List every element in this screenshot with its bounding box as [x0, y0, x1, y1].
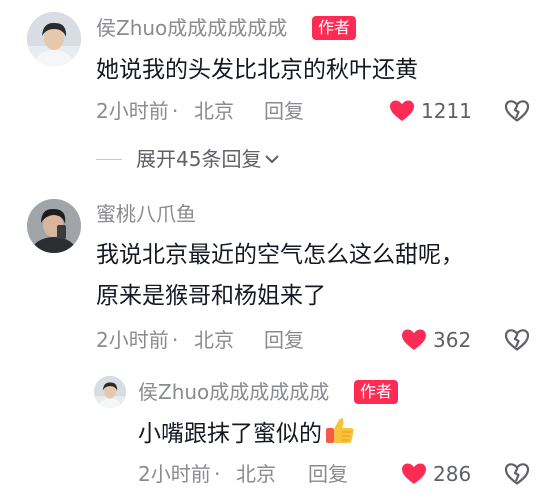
broken-heart-icon [504, 100, 530, 122]
reply-time: 2小时前 [138, 462, 211, 486]
thumbs-up-emoji [326, 418, 354, 443]
comment-username[interactable]: 蜜桃八爪鱼 [96, 202, 196, 226]
expand-replies-label: 展开45条回复 [136, 147, 262, 171]
reply-location: 北京 [236, 462, 276, 486]
expand-divider [96, 158, 122, 160]
comment-username[interactable]: 侯Zhuo成成成成成成 [96, 16, 287, 40]
comment-list: 侯Zhuo成成成成成成 作者 她说我的头发比北京的秋叶还黄 2小时前 · 北京 … [0, 0, 559, 500]
comment-text: 她说我的头发比北京的秋叶还黄 [96, 57, 418, 83]
heart-filled-icon [390, 100, 414, 121]
comment-time: 2小时前 [96, 328, 169, 352]
meta-separator: · [172, 328, 179, 352]
comment-location: 北京 [194, 99, 234, 123]
comment-text-line: 原来是猴哥和杨姐来了 [96, 283, 326, 309]
reply-text-content: 小嘴跟抹了蜜似的 [138, 421, 322, 447]
reply-button[interactable]: 回复 [264, 328, 304, 352]
comment-text-line: 我说北京最近的空气怎么这么甜呢， [96, 242, 464, 268]
like-button[interactable]: 362 [401, 328, 471, 352]
avatar[interactable] [27, 12, 81, 66]
expand-replies-button[interactable]: 展开45条回复 [96, 147, 281, 171]
like-count: 1211 [421, 99, 472, 123]
meta-separator: · [172, 99, 179, 123]
reply-text: 小嘴跟抹了蜜似的 [138, 414, 356, 454]
dislike-button[interactable] [504, 99, 530, 123]
author-badge: 作者 [354, 380, 399, 404]
meta-separator: · [214, 462, 221, 486]
like-count: 286 [433, 462, 472, 486]
dislike-button[interactable] [504, 328, 530, 352]
comment-location: 北京 [194, 328, 234, 352]
dislike-button[interactable] [504, 462, 530, 486]
broken-heart-icon [504, 329, 530, 351]
like-button[interactable]: 1211 [389, 99, 472, 123]
like-button[interactable]: 286 [401, 462, 471, 486]
broken-heart-icon [504, 463, 530, 485]
reply-button[interactable]: 回复 [308, 462, 348, 486]
avatar[interactable] [94, 376, 126, 408]
heart-filled-icon [402, 463, 426, 484]
heart-filled-icon [402, 329, 426, 350]
author-badge: 作者 [312, 16, 357, 40]
reply-button[interactable]: 回复 [264, 99, 304, 123]
like-count: 362 [433, 328, 472, 352]
avatar[interactable] [27, 199, 81, 253]
chevron-down-icon [265, 155, 280, 164]
reply-username[interactable]: 侯Zhuo成成成成成成 [138, 380, 329, 404]
comment-time: 2小时前 [96, 99, 169, 123]
